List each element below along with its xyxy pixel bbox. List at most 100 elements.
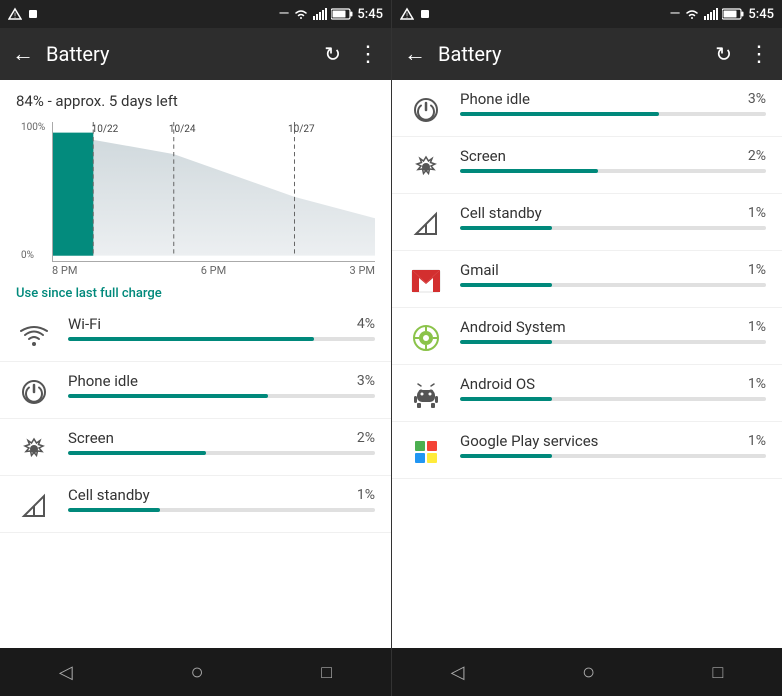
page-title-right: Battery	[438, 42, 703, 66]
alert-icon: !	[8, 7, 22, 21]
back-button-right[interactable]: ←	[400, 37, 430, 71]
use-since-label: Use since last full charge	[0, 278, 391, 305]
screen-name: Screen	[68, 429, 114, 447]
right-item-cell-standby[interactable]: Cell standby 1%	[392, 194, 782, 251]
right-cell-standby-info: Cell standby 1%	[460, 204, 766, 230]
svg-text:!: !	[406, 12, 408, 20]
back-button-left[interactable]: ←	[8, 37, 38, 71]
status-right-icons: — 5:45	[278, 6, 383, 22]
minus-icon: —	[278, 6, 289, 22]
page-title-left: Battery	[46, 42, 312, 66]
right-gmail-name: Gmail	[460, 261, 499, 279]
cell-standby-pct: 1%	[357, 487, 375, 503]
date-1022: 10/22	[92, 124, 119, 135]
phone-idle-progress-track	[68, 394, 375, 398]
chart-area: 100% 0% 10/22 10/24 10/27 8 PM 6 PM 3 PM	[0, 118, 391, 278]
chart-svg	[53, 122, 375, 261]
right-item-android-system[interactable]: Android System 1%	[392, 308, 782, 365]
right-gmail-pct: 1%	[748, 262, 766, 278]
right-cell-standby-name: Cell standby	[460, 204, 542, 222]
battery-item-cell-standby[interactable]: Cell standby 1%	[0, 476, 391, 533]
right-play-services-fill	[460, 454, 552, 458]
wifi-icon	[16, 315, 52, 351]
battery-item-phone-idle-info: Phone idle 3%	[68, 372, 375, 398]
right-android-os-fill	[460, 397, 552, 401]
right-play-services-name: Google Play services	[460, 432, 598, 450]
wifi-pct: 4%	[357, 316, 375, 332]
right-android-os-info: Android OS 1%	[460, 375, 766, 401]
cell-signal-icon	[16, 486, 52, 522]
cell-standby-progress-fill	[68, 508, 160, 512]
toolbar-left: ← Battery ↻ ⋮	[0, 28, 391, 80]
screen-pct: 2%	[357, 430, 375, 446]
battery-chart: 100% 0% 10/22 10/24 10/27	[52, 122, 375, 262]
right-power-icon	[408, 90, 444, 126]
right-item-gmail[interactable]: Gmail 1%	[392, 251, 782, 308]
right-screen-name: Screen	[460, 147, 506, 165]
battery-summary: 84% - approx. 5 days left	[0, 80, 391, 118]
battery-item-screen[interactable]: Screen 2%	[0, 419, 391, 476]
nav-bar-left: ◁ ○ □	[0, 648, 391, 696]
status-left-icons-right: !	[400, 7, 432, 21]
back-nav-right[interactable]: ◁	[451, 662, 465, 683]
right-item-android-os[interactable]: Android OS 1%	[392, 365, 782, 422]
right-phone-idle-name: Phone idle	[460, 90, 530, 108]
time-right: 5:45	[748, 7, 774, 22]
recent-nav-right[interactable]: □	[712, 662, 723, 683]
battery-item-wifi[interactable]: Wi-Fi 4%	[0, 305, 391, 362]
home-nav-right[interactable]: ○	[582, 659, 595, 685]
battery-status-icon	[331, 8, 353, 20]
refresh-button-right[interactable]: ↻	[711, 38, 736, 70]
wifi-progress-track	[68, 337, 375, 341]
wifi-name: Wi-Fi	[68, 315, 101, 333]
date-1027: 10/27	[288, 124, 315, 135]
battery-item-cell-standby-info: Cell standby 1%	[68, 486, 375, 512]
more-button-left[interactable]: ⋮	[353, 38, 383, 71]
right-android-os-name: Android OS	[460, 375, 535, 393]
more-button-right[interactable]: ⋮	[744, 38, 774, 71]
right-android-system-pct: 1%	[748, 319, 766, 335]
chart-x-labels: 8 PM 6 PM 3 PM	[52, 262, 375, 277]
right-cell-standby-track	[460, 226, 766, 230]
cell-standby-name: Cell standby	[68, 486, 150, 504]
right-android-os-pct: 1%	[748, 376, 766, 392]
right-panel: ! — 5:45 ←	[391, 0, 782, 696]
toolbar-right: ← Battery ↻ ⋮	[392, 28, 782, 80]
battery-item-wifi-info: Wi-Fi 4%	[68, 315, 375, 341]
signal-status-icon-right	[704, 8, 718, 20]
right-screen-info: Screen 2%	[460, 147, 766, 173]
right-android-system-name: Android System	[460, 318, 566, 336]
home-nav-left[interactable]: ○	[190, 659, 203, 685]
right-brightness-icon	[408, 147, 444, 183]
time-left: 5:45	[357, 7, 383, 22]
right-item-play-services[interactable]: Google Play services 1%	[392, 422, 782, 479]
refresh-button-left[interactable]: ↻	[320, 38, 345, 70]
right-item-screen[interactable]: Screen 2%	[392, 137, 782, 194]
status-bar-right: ! — 5:45	[392, 0, 782, 28]
right-gmail-info: Gmail 1%	[460, 261, 766, 287]
recent-nav-left[interactable]: □	[321, 662, 332, 683]
right-phone-idle-pct: 3%	[748, 91, 766, 107]
alert-icon-right: !	[400, 7, 414, 21]
right-android-system-info: Android System 1%	[460, 318, 766, 344]
right-phone-idle-info: Phone idle 3%	[460, 90, 766, 116]
android-os-icon	[408, 375, 444, 411]
right-android-os-track	[460, 397, 766, 401]
nav-bar-right: ◁ ○ □	[392, 648, 782, 696]
right-item-phone-idle[interactable]: Phone idle 3%	[392, 80, 782, 137]
right-play-services-pct: 1%	[748, 433, 766, 449]
right-android-system-fill	[460, 340, 552, 344]
status-left-icons: !	[8, 7, 40, 21]
content-left: 84% - approx. 5 days left	[0, 80, 391, 648]
right-cell-standby-fill	[460, 226, 552, 230]
battery-item-screen-info: Screen 2%	[68, 429, 375, 455]
right-screen-track	[460, 169, 766, 173]
right-android-system-track	[460, 340, 766, 344]
power-icon	[16, 372, 52, 408]
battery-item-phone-idle[interactable]: Phone idle 3%	[0, 362, 391, 419]
right-phone-idle-track	[460, 112, 766, 116]
back-nav-left[interactable]: ◁	[59, 662, 73, 683]
status-right-icons-right: — 5:45	[669, 6, 774, 22]
right-screen-pct: 2%	[748, 148, 766, 164]
brightness-icon	[16, 429, 52, 465]
